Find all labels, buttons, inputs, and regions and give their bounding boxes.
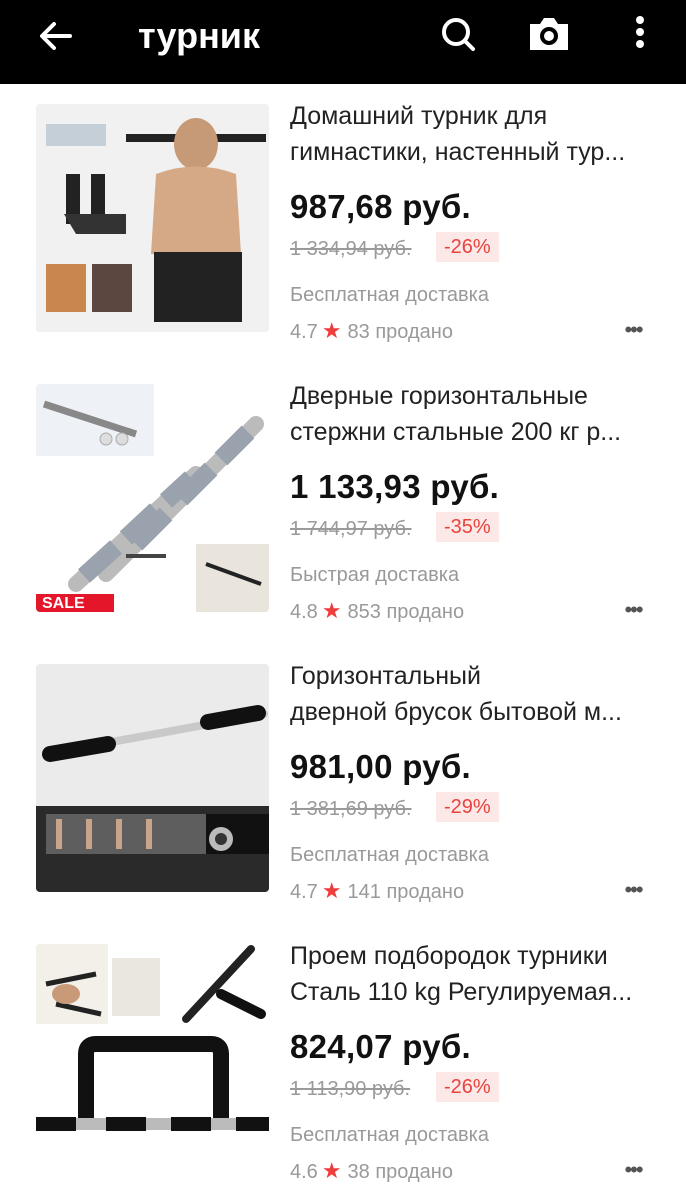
search-icon[interactable]: [434, 10, 482, 58]
product-price: 1 133,93 руб.: [290, 468, 500, 505]
product-title-line: Сталь 110 kg Регулируемая...: [290, 978, 633, 1006]
rating-row: 4.7 ★ 141 продано: [290, 878, 464, 905]
product-price: 987,68 руб.: [290, 188, 472, 225]
arrow-left-icon[interactable]: [30, 14, 78, 62]
product-image[interactable]: [36, 944, 269, 1172]
product-title[interactable]: Проем подбородок турники Сталь 110 kg Ре…: [290, 938, 656, 1010]
product-title-line: дверной брусок бытовой м...: [290, 698, 622, 726]
sold-count: 38 продано: [347, 1161, 453, 1183]
product-title-line: Домашний турник для: [290, 102, 548, 130]
camera-icon[interactable]: [524, 10, 574, 58]
search-query-title[interactable]: турник: [138, 14, 260, 58]
product-title-line: Горизонтальный: [290, 662, 481, 690]
star-icon: ★: [321, 878, 342, 903]
discount-badge: -26%: [436, 1072, 499, 1102]
rating-value: 4.6: [290, 1161, 318, 1183]
top-app-bar: турник: [0, 0, 686, 84]
old-price: 1 334,94 руб.: [290, 238, 412, 260]
rating-value: 4.7: [290, 881, 318, 903]
product-title-line: гимнастики, настенный тур...: [290, 138, 626, 166]
product-card[interactable]: Проем подбородок турники Сталь 110 kg Ре…: [0, 924, 686, 1200]
shipping-info: Бесплатная доставка: [290, 1124, 489, 1146]
product-title[interactable]: Домашний турник для гимнастики, настенны…: [290, 98, 656, 170]
shipping-info: Бесплатная доставка: [290, 284, 489, 306]
product-image[interactable]: [36, 104, 269, 332]
discount-badge: -29%: [436, 792, 499, 822]
shipping-info: Быстрая доставка: [290, 564, 460, 586]
more-options-icon[interactable]: •••: [620, 1158, 646, 1182]
star-icon: ★: [321, 598, 342, 623]
rating-row: 4.8 ★ 853 продано: [290, 598, 464, 625]
discount-badge: -26%: [436, 232, 499, 262]
shipping-info: Бесплатная доставка: [290, 844, 489, 866]
product-title-line: стержни стальные 200 кг р...: [290, 418, 622, 446]
discount-badge: -35%: [436, 512, 499, 542]
product-card[interactable]: SALE Дверные горизонтальные стержни стал…: [0, 364, 686, 644]
sold-count: 83 продано: [347, 321, 453, 343]
product-title[interactable]: Горизонтальный дверной брусок бытовой м.…: [290, 658, 656, 730]
product-image[interactable]: SALE: [36, 384, 269, 612]
rating-row: 4.7 ★ 83 продано: [290, 318, 453, 345]
product-card[interactable]: Горизонтальный дверной брусок бытовой м.…: [0, 644, 686, 924]
product-title[interactable]: Дверные горизонтальные стержни стальные …: [290, 378, 656, 450]
rating-value: 4.7: [290, 321, 318, 343]
star-icon: ★: [321, 1158, 342, 1183]
rating-row: 4.6 ★ 38 продано: [290, 1158, 453, 1185]
product-price: 981,00 руб.: [290, 748, 472, 785]
rating-value: 4.8: [290, 601, 318, 623]
product-title-line: Проем подбородок турники: [290, 942, 608, 970]
sale-badge: SALE: [42, 595, 85, 612]
old-price: 1 113,90 руб.: [290, 1078, 411, 1100]
more-vertical-icon[interactable]: [622, 10, 658, 58]
product-image[interactable]: [36, 664, 269, 892]
product-title-line: Дверные горизонтальные: [290, 382, 588, 410]
product-price: 824,07 руб.: [290, 1028, 472, 1065]
old-price: 1 744,97 руб.: [290, 518, 412, 540]
more-options-icon[interactable]: •••: [620, 878, 646, 902]
star-icon: ★: [321, 318, 342, 343]
more-options-icon[interactable]: •••: [620, 598, 646, 622]
old-price: 1 381,69 руб.: [290, 798, 412, 820]
product-list: Домашний турник для гимнастики, настенны…: [0, 84, 686, 1200]
more-options-icon[interactable]: •••: [620, 318, 646, 342]
product-card[interactable]: Домашний турник для гимнастики, настенны…: [0, 84, 686, 364]
sold-count: 853 продано: [347, 601, 465, 623]
sold-count: 141 продано: [347, 881, 465, 903]
